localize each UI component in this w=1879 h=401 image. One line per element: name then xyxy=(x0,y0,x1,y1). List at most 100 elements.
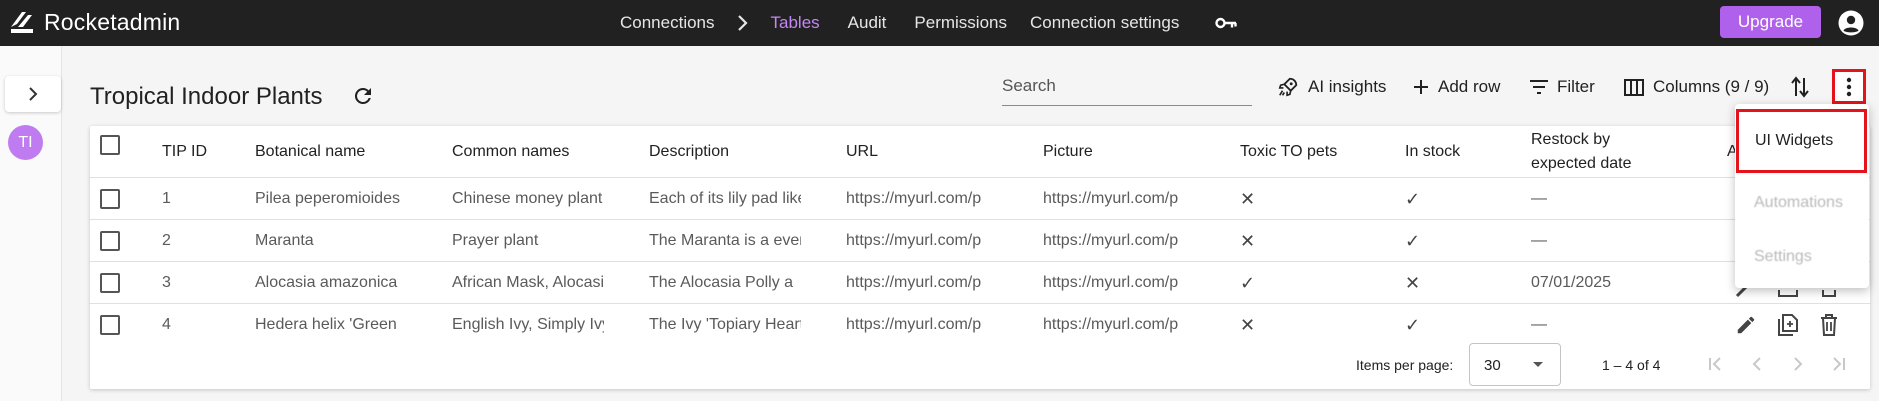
row-checkbox[interactable] xyxy=(100,315,120,335)
header-url[interactable]: URL xyxy=(846,143,878,161)
table-card: TIP ID Botanical name Common names Descr… xyxy=(90,126,1870,389)
header-in-stock[interactable]: In stock xyxy=(1405,143,1460,161)
duplicate-icon[interactable] xyxy=(1777,290,1799,298)
cell-toxic-to-pets: ✕ xyxy=(1240,231,1256,251)
connection-avatar[interactable]: TI xyxy=(8,125,43,160)
header-botanical-name[interactable]: Botanical name xyxy=(255,143,365,161)
cell-common-names: Chinese money plant xyxy=(452,190,603,207)
sort-icon[interactable] xyxy=(1790,76,1810,98)
edit-icon[interactable] xyxy=(1735,314,1757,336)
filter-label: Filter xyxy=(1557,77,1595,96)
cell-url: https://myurl.com/p xyxy=(846,316,982,333)
main-nav: Connections Tables Audit Permissions Con… xyxy=(620,0,1238,46)
cell-botanical-name: Maranta xyxy=(255,232,314,249)
table-row[interactable]: 3 Alocasia amazonica African Mask, Aloca… xyxy=(90,262,1870,304)
key-icon[interactable] xyxy=(1215,17,1238,29)
cell-toxic-to-pets: ✕ xyxy=(1240,189,1256,209)
cell-tip-id: 4 xyxy=(162,316,171,333)
more-vertical-icon xyxy=(1846,77,1852,96)
header-description[interactable]: Description xyxy=(649,143,729,161)
items-per-page-value: 30 xyxy=(1484,357,1501,374)
top-navbar: Rocketadmin Connections Tables Audit Per… xyxy=(0,0,1879,46)
table-header-row: TIP ID Botanical name Common names Descr… xyxy=(90,126,1870,178)
columns-button[interactable]: Columns (9 / 9) xyxy=(1624,73,1769,101)
cell-url: https://myurl.com/p xyxy=(846,274,982,291)
add-row-label: Add row xyxy=(1438,77,1501,96)
header-common-names[interactable]: Common names xyxy=(452,143,569,161)
chevron-right-icon xyxy=(737,15,749,31)
cell-restock: — xyxy=(1531,316,1547,333)
items-per-page-label: Items per page: xyxy=(1356,357,1454,373)
delete-icon[interactable] xyxy=(1820,314,1838,336)
caret-down-icon xyxy=(1533,362,1543,367)
items-per-page-select[interactable]: 30 xyxy=(1469,343,1561,386)
header-restock-line1[interactable]: Restock by xyxy=(1531,131,1610,149)
cell-picture: https://myurl.com/p xyxy=(1043,274,1179,291)
cell-picture: https://myurl.com/p xyxy=(1043,316,1179,333)
page-title: Tropical Indoor Plants xyxy=(90,83,323,110)
pagination-range: 1 – 4 of 4 xyxy=(1602,357,1661,373)
refresh-icon[interactable] xyxy=(351,84,375,108)
cell-description: The Maranta is a evergreen xyxy=(649,232,801,249)
ai-insights-label: AI insights xyxy=(1308,77,1387,96)
cell-in-stock: ✓ xyxy=(1405,231,1421,251)
first-page-icon[interactable] xyxy=(1703,352,1727,376)
cell-botanical-name: Alocasia amazonica xyxy=(255,274,398,291)
header-tip-id[interactable]: TIP ID xyxy=(162,143,207,161)
menu-item-automations: Automations xyxy=(1754,194,1843,211)
row-checkbox[interactable] xyxy=(100,231,120,251)
cell-in-stock: ✓ xyxy=(1405,315,1421,335)
cell-restock: 07/01/2025 xyxy=(1531,274,1612,291)
row-checkbox[interactable] xyxy=(100,273,120,293)
nav-permissions[interactable]: Permissions xyxy=(914,13,1007,33)
cell-tip-id: 1 xyxy=(162,190,171,207)
more-options-menu: UI Widgets Automations Settings xyxy=(1735,104,1869,288)
next-page-icon[interactable] xyxy=(1786,352,1810,376)
table-row[interactable]: 4 Hedera helix 'Green English Ivy, Simpl… xyxy=(90,304,1870,346)
menu-item-ui-widgets[interactable]: UI Widgets xyxy=(1736,109,1867,173)
cell-toxic-to-pets: ✓ xyxy=(1240,273,1256,293)
account-circle-icon[interactable] xyxy=(1838,10,1864,36)
edit-icon[interactable] xyxy=(1735,288,1759,298)
cell-in-stock: ✓ xyxy=(1405,189,1421,209)
cell-restock: — xyxy=(1531,190,1547,207)
left-sidebar: TI xyxy=(0,46,62,401)
select-all-checkbox[interactable] xyxy=(100,135,120,155)
filter-button[interactable]: Filter xyxy=(1530,73,1595,101)
rocket-icon xyxy=(1278,77,1298,97)
cell-toxic-to-pets: ✕ xyxy=(1240,315,1256,335)
sidebar-expand-button[interactable] xyxy=(5,76,61,112)
header-picture[interactable]: Picture xyxy=(1043,143,1093,161)
cell-description: The Alocasia Polly a xyxy=(649,274,794,291)
search-field[interactable] xyxy=(1002,70,1252,106)
previous-page-icon[interactable] xyxy=(1745,352,1769,376)
add-row-button[interactable]: Add row xyxy=(1413,73,1500,101)
nav-connections[interactable]: Connections xyxy=(620,13,715,33)
brand[interactable]: Rocketadmin xyxy=(8,8,180,36)
more-options-button[interactable] xyxy=(1832,69,1866,104)
ai-insights-button[interactable]: AI insights xyxy=(1277,73,1386,101)
columns-icon xyxy=(1624,78,1644,96)
delete-icon[interactable] xyxy=(1820,290,1838,298)
chevron-right-icon xyxy=(29,87,38,101)
search-input[interactable] xyxy=(1002,70,1252,102)
cell-tip-id: 3 xyxy=(162,274,171,291)
table-row[interactable]: 1 Pilea peperomioides Chinese money plan… xyxy=(90,178,1870,220)
cell-botanical-name: Pilea peperomioides xyxy=(255,190,400,207)
row-checkbox[interactable] xyxy=(100,189,120,209)
cell-description: Each of its lily pad like xyxy=(649,190,801,207)
cell-picture: https://myurl.com/p xyxy=(1043,232,1179,249)
cell-common-names: Prayer plant xyxy=(452,232,539,249)
nav-audit[interactable]: Audit xyxy=(848,13,887,33)
header-toxic-to-pets[interactable]: Toxic TO pets xyxy=(1240,143,1337,161)
table-row[interactable]: 2 Maranta Prayer plant The Maranta is a … xyxy=(90,220,1870,262)
nav-connection-settings[interactable]: Connection settings xyxy=(1030,13,1179,33)
cell-picture: https://myurl.com/p xyxy=(1043,190,1179,207)
last-page-icon[interactable] xyxy=(1827,352,1851,376)
header-restock-line2[interactable]: expected date xyxy=(1531,155,1632,173)
upgrade-button[interactable]: Upgrade xyxy=(1720,6,1821,38)
plus-icon xyxy=(1414,80,1428,94)
nav-tables[interactable]: Tables xyxy=(771,13,820,33)
duplicate-icon[interactable] xyxy=(1777,313,1799,337)
cell-common-names: African Mask, Alocasia xyxy=(452,274,604,291)
